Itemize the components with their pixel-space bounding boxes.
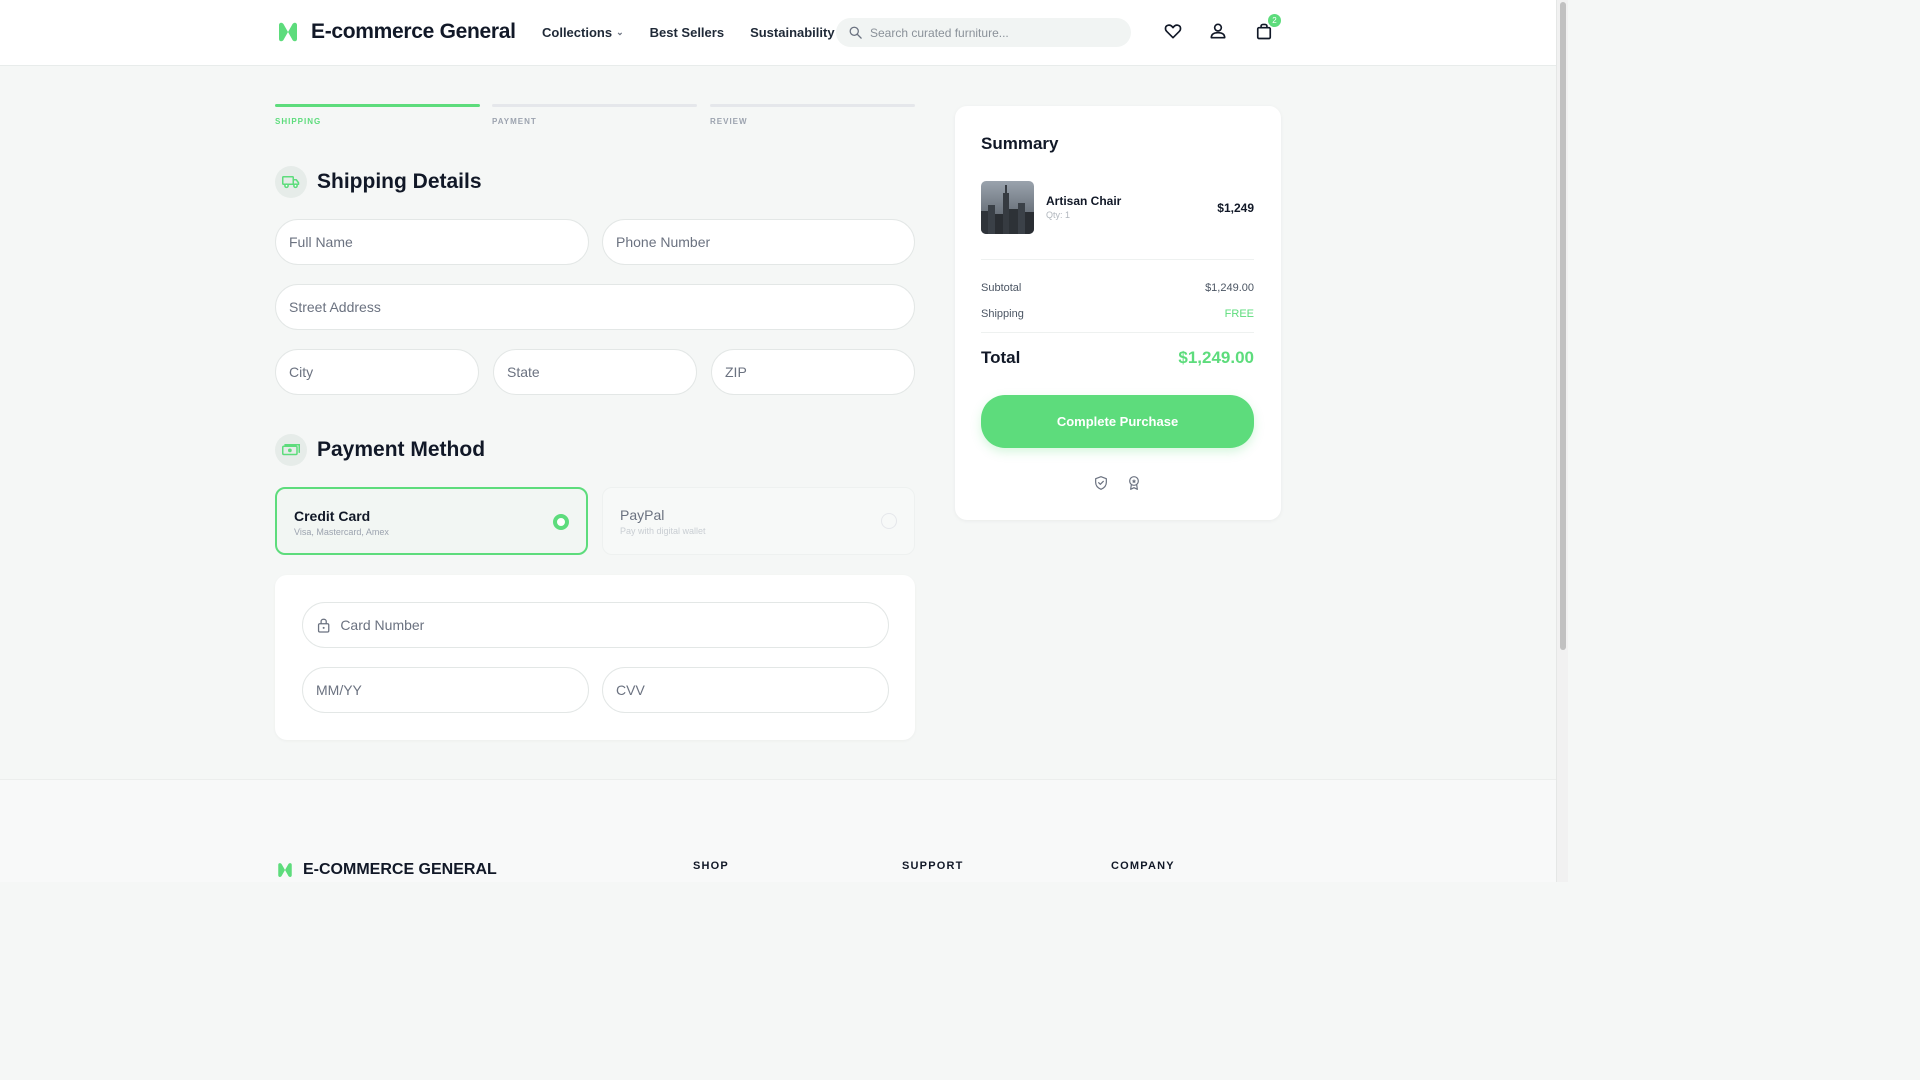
city-field <box>275 349 479 395</box>
nav-sustainability[interactable]: Sustainability <box>750 25 835 40</box>
payment-option-name: PayPal <box>620 507 665 523</box>
step-payment: PAYMENT <box>492 104 697 126</box>
step-label: SHIPPING <box>275 117 322 126</box>
site-footer: E-COMMERCE GENERAL SHOP SUPPORT COMPANY <box>0 779 1556 882</box>
chevron-down-icon: ⌄ <box>616 27 624 37</box>
payment-option-description: Visa, Mastercard, Amex <box>294 527 389 537</box>
expiry-field <box>302 667 589 713</box>
footer-logo[interactable]: E-COMMERCE GENERAL <box>276 861 497 879</box>
step-label: PAYMENT <box>492 117 537 126</box>
payment-option-name: Credit Card <box>294 508 371 524</box>
subtotal-value: $1,249.00 <box>1205 282 1254 294</box>
shipping-section-title: Shipping Details <box>275 166 482 198</box>
phone-number-input[interactable] <box>616 234 914 250</box>
truck-icon <box>275 166 307 198</box>
full-name-field <box>275 219 589 265</box>
shield-check-icon <box>1095 476 1107 490</box>
subtotal-label: Subtotal <box>981 282 1022 294</box>
brand-logo[interactable]: E-commerce General <box>276 20 516 44</box>
heart-icon[interactable] <box>1163 21 1183 41</box>
step-shipping: SHIPPING <box>275 104 480 126</box>
phone-number-field <box>602 219 915 265</box>
brand-logo-icon <box>278 863 292 877</box>
zip-input[interactable] <box>725 364 914 380</box>
summary-title: Summary <box>981 134 1059 153</box>
footer-column-shop: SHOP <box>693 860 729 872</box>
product-quantity: Qty: 1 <box>1046 210 1071 220</box>
step-progress-bar <box>275 104 480 107</box>
radio-button-selected[interactable] <box>553 514 569 530</box>
main-nav: Collections ⌄ Best Sellers Sustainabilit… <box>542 25 835 40</box>
footer-brand-name: E-COMMERCE GENERAL <box>303 861 497 878</box>
user-icon[interactable] <box>1208 21 1228 41</box>
street-address-field <box>275 284 915 330</box>
shipping-label: Shipping <box>981 308 1024 320</box>
brand-logo-icon <box>279 22 297 42</box>
shipping-value: FREE <box>1224 308 1254 320</box>
card-number-input[interactable] <box>340 617 888 633</box>
money-icon <box>275 434 307 466</box>
total-value: $1,249.00 <box>1178 348 1254 367</box>
total-label: Total <box>981 348 1021 367</box>
lock-icon <box>317 618 330 633</box>
shipping-title: Shipping Details <box>317 170 482 193</box>
full-name-input[interactable] <box>289 234 588 250</box>
step-progress-bar <box>492 104 697 107</box>
state-input[interactable] <box>507 364 696 380</box>
zip-field <box>711 349 915 395</box>
nav-collections[interactable]: Collections ⌄ <box>542 25 624 40</box>
page-scrollbar[interactable] <box>1556 0 1568 882</box>
search-input[interactable] <box>870 25 1110 40</box>
cart-count-badge: 2 <box>1268 14 1281 27</box>
state-field <box>493 349 697 395</box>
search-bar <box>836 18 1131 47</box>
brand-name: E-commerce General <box>311 20 516 43</box>
footer-column-company: COMPANY <box>1111 860 1175 872</box>
step-review: REVIEW <box>710 104 915 126</box>
award-icon <box>1129 476 1139 490</box>
card-details-panel <box>275 575 915 740</box>
search-icon <box>849 26 862 39</box>
radio-button[interactable] <box>881 513 897 529</box>
cvv-input[interactable] <box>616 682 888 698</box>
nav-best-sellers[interactable]: Best Sellers <box>650 25 724 40</box>
scrollbar-thumb[interactable] <box>1560 2 1566 650</box>
step-progress-bar <box>710 104 915 107</box>
payment-title: Payment Method <box>317 438 486 461</box>
site-header: E-commerce General Collections ⌄ Best Se… <box>0 0 1556 66</box>
summary-divider <box>981 259 1254 260</box>
payment-option-description: Pay with digital wallet <box>620 526 706 536</box>
payment-option-paypal[interactable]: PayPal Pay with digital wallet <box>602 487 915 555</box>
order-summary: Summary Artisan Chair Qty: 1 $1,249 Subt… <box>955 106 1281 520</box>
product-price: $1,249 <box>1217 201 1254 215</box>
payment-section-title: Payment Method <box>275 434 485 466</box>
product-thumbnail[interactable] <box>981 181 1034 234</box>
card-number-field <box>302 602 889 648</box>
city-input[interactable] <box>289 364 478 380</box>
summary-divider <box>981 332 1254 333</box>
step-label: REVIEW <box>710 117 748 126</box>
product-name: Artisan Chair <box>1046 194 1122 208</box>
payment-option-credit-card[interactable]: Credit Card Visa, Mastercard, Amex <box>275 487 588 555</box>
complete-purchase-button[interactable]: Complete Purchase <box>981 395 1254 448</box>
footer-column-support: SUPPORT <box>902 860 964 872</box>
cvv-field <box>602 667 889 713</box>
expiry-input[interactable] <box>316 682 588 698</box>
nav-collections-label: Collections <box>542 25 613 40</box>
street-address-input[interactable] <box>289 299 914 315</box>
